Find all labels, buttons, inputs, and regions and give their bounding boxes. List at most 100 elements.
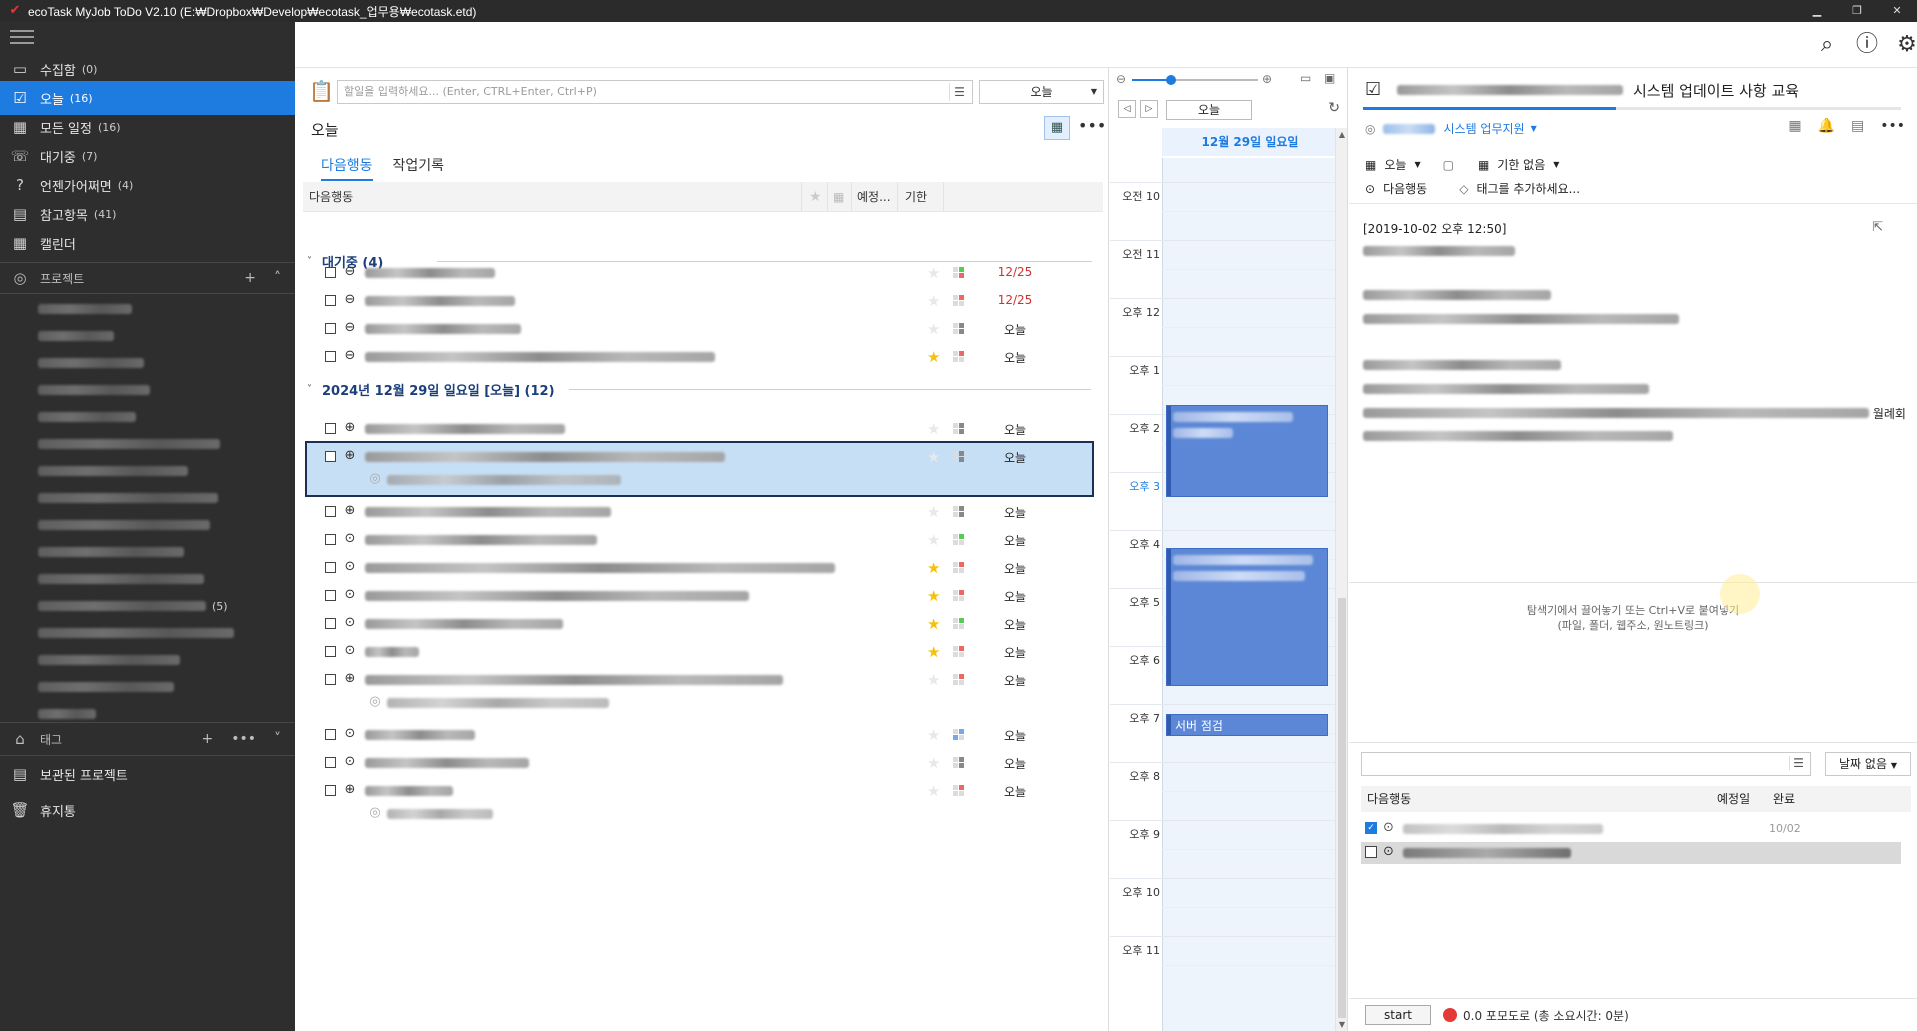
calendar-toggle-button[interactable]: ▦ [1044,116,1070,140]
task-row[interactable]: ⊙ ★ 오늘 [303,585,1103,607]
tab-next-action[interactable]: 다음행동 [321,155,373,181]
priority-grid-icon[interactable] [953,351,965,363]
star-icon[interactable]: ★ [927,559,940,577]
checkbox-icon[interactable] [1365,846,1377,858]
tag-input[interactable]: 태그를 추가하세요... [1476,180,1580,197]
zoom-slider[interactable]: ⊖ ⊕ [1116,72,1276,86]
subtask-col-done[interactable]: 완료 [1773,786,1795,812]
next-action-icon[interactable]: ⊙ [342,615,358,631]
subtask-row[interactable]: ⊙ [1361,842,1901,864]
task-row[interactable]: ⊕ ★ 오늘 [303,418,1103,440]
star-icon[interactable]: ★ [927,754,940,772]
subtask-col-name[interactable]: 다음행동 [1367,786,1411,812]
waiting-status-icon[interactable]: ⊖ [342,264,358,280]
task-checkbox[interactable] [325,451,336,462]
layout-toggle-icon[interactable]: ▭ [1300,71,1311,85]
detail-project[interactable]: ◎ 시스템 업무지원 ▼ [1365,120,1537,137]
star-icon[interactable]: ★ [927,671,940,689]
target-status-icon[interactable]: ⊕ [342,671,358,687]
project-item[interactable] [38,678,174,696]
star-icon[interactable]: ★ [927,643,940,661]
project-item[interactable] [38,570,204,588]
calendar-event-server-check[interactable]: 서버 점검 [1166,714,1328,736]
task-checkbox[interactable] [325,534,336,545]
waiting-status-icon[interactable]: ⊖ [342,320,358,336]
task-row[interactable]: ⊙ ★ 오늘 [303,641,1103,663]
task-checkbox[interactable] [325,323,336,334]
prev-day-button[interactable]: ◁ [1118,100,1136,118]
next-action-icon[interactable]: ⊙ [342,643,358,659]
tags-section-header[interactable]: ⌂ 태그 + ••• ˅ [0,724,295,754]
date-select[interactable]: 오늘 ▼ [979,80,1104,104]
detail-title[interactable]: 시스템 업데이트 사항 교육 [1633,80,1799,101]
target-status-icon[interactable]: ⊕ [342,420,358,436]
star-icon[interactable]: ★ [927,503,940,521]
subtask-date-select[interactable]: 날짜 없음 ▼ [1825,752,1911,776]
target-status-icon[interactable]: ⊕ [342,782,358,798]
minimize-button[interactable]: ▁ [1797,0,1837,22]
priority-grid-icon[interactable] [953,590,965,602]
priority-grid-icon[interactable] [953,674,965,686]
today-button[interactable]: 오늘 [1166,100,1252,120]
next-action-icon[interactable]: ⊙ [342,726,358,742]
project-item[interactable] [38,516,210,534]
column-due-plan[interactable]: 예정... [857,182,891,212]
menu-icon[interactable] [10,30,34,44]
refresh-icon[interactable]: ↻ [1328,100,1340,116]
task-checkbox[interactable] [325,590,336,601]
priority-grid-icon[interactable] [953,267,965,279]
star-column-icon[interactable]: ★ [809,182,822,212]
star-icon[interactable]: ★ [927,348,940,366]
note-icon[interactable]: ▤ [1851,118,1864,134]
priority-grid-icon[interactable] [953,646,965,658]
task-checkbox[interactable] [325,618,336,629]
star-icon[interactable]: ★ [927,615,940,633]
attachment-drop-zone[interactable]: 탐색기에서 끌어놓기 또는 Ctrl+V로 붙여넣기 (파일, 폴더, 웹주소,… [1349,582,1917,662]
task-row[interactable]: ⊖ ★ 오늘 [303,318,1103,340]
star-icon[interactable]: ★ [927,782,940,800]
start-button[interactable]: start [1365,1005,1431,1025]
task-checkbox[interactable] [325,729,336,740]
task-row[interactable]: ⊕ ★ 오늘 [303,446,1103,468]
task-checkbox[interactable] [325,267,336,278]
next-action-icon[interactable]: ⊙ [342,531,358,547]
project-item[interactable] [38,462,188,480]
bell-icon[interactable]: 🔔 [1818,118,1835,134]
project-item[interactable] [38,381,150,399]
priority-grid-icon[interactable] [953,757,965,769]
star-icon[interactable]: ★ [927,587,940,605]
priority-grid-icon[interactable] [953,729,965,741]
add-tag-icon[interactable]: + [201,731,213,747]
subtask-row[interactable]: ✓ ⊙ 10/02 [1361,818,1901,840]
project-item[interactable] [38,300,132,318]
status-value[interactable]: 다음행동 [1383,180,1427,197]
column-deadline[interactable]: 기한 [905,182,927,212]
waiting-status-icon[interactable]: ⊖ [342,292,358,308]
star-icon[interactable]: ★ [927,292,940,310]
task-row[interactable]: ⊙ ★ 오늘 [303,752,1103,774]
task-checkbox[interactable] [325,506,336,517]
project-item[interactable] [38,651,180,669]
waiting-status-icon[interactable]: ⊖ [342,348,358,364]
task-checkbox[interactable] [325,423,336,434]
more-icon[interactable]: ••• [231,731,256,747]
task-row[interactable]: ⊕ ★ 오늘 [303,501,1103,523]
task-row[interactable]: ⊖ ★ 12/25 [303,262,1103,284]
expand-chevron-icon[interactable]: ˅ [274,731,281,747]
collapse-chevron-icon[interactable]: ˄ [274,270,281,286]
priority-grid-icon[interactable] [953,295,965,307]
grid-icon[interactable]: ▦ [1788,118,1801,134]
add-project-icon[interactable]: + [244,270,256,286]
task-checkbox[interactable] [325,757,336,768]
more-options-icon[interactable]: ••• [1078,116,1106,140]
priority-column-icon[interactable]: ▦ [833,182,844,212]
priority-grid-icon[interactable] [953,506,965,518]
target-status-icon[interactable]: ⊕ [342,448,358,464]
calendar-event[interactable] [1166,405,1328,497]
priority-grid-icon[interactable] [953,785,965,797]
zoom-in-icon[interactable]: ⊕ [1262,72,1272,86]
projects-section-header[interactable]: ◎ 프로젝트 + ˄ [0,263,295,293]
group-header-today[interactable]: ˅ 2024년 12월 29일 일요일 [오늘] (12) [307,378,1097,400]
subtask-col-plan[interactable]: 예정일 [1717,786,1750,812]
checkbox-checked-icon[interactable]: ✓ [1365,822,1377,834]
